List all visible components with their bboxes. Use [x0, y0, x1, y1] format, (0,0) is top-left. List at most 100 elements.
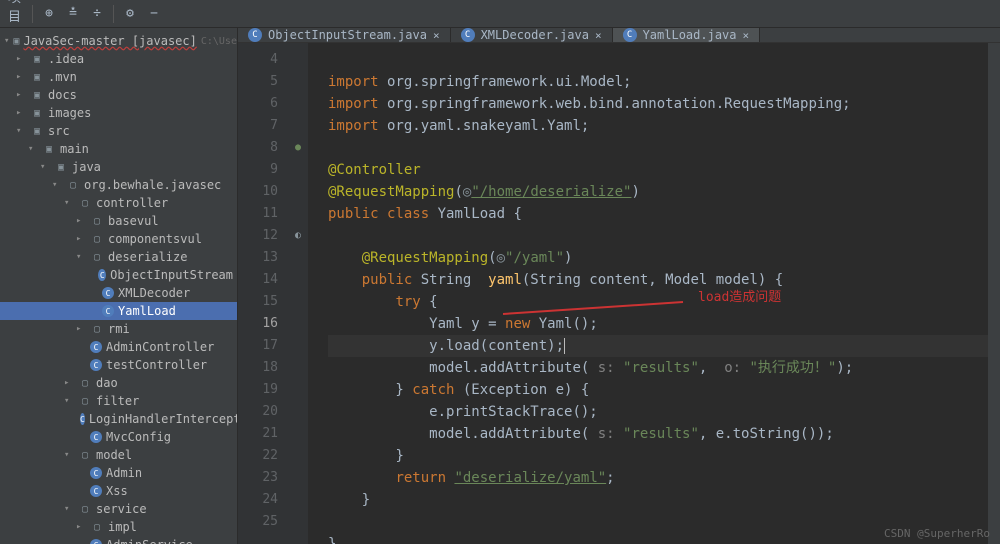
folder-icon: ▣ — [42, 142, 56, 156]
line-number: 7 — [238, 115, 278, 137]
folder-icon: ▣ — [30, 88, 44, 102]
controller-icon: ● — [288, 137, 308, 159]
project-dropdown[interactable]: 项目 ▾ — [8, 6, 24, 22]
code-content[interactable]: import import org.springframework.ui.Mod… — [308, 43, 988, 544]
close-icon[interactable]: × — [743, 29, 750, 42]
tree-label: docs — [48, 88, 77, 102]
tree-item[interactable]: ▸▣images — [0, 104, 237, 122]
class-icon: C — [90, 467, 102, 479]
tree-item[interactable]: CtestController — [0, 356, 237, 374]
separator — [32, 5, 33, 23]
tree-item[interactable]: ▸▢basevul — [0, 212, 237, 230]
tree-item[interactable]: ▾▢model — [0, 446, 237, 464]
tree-label: basevul — [108, 214, 159, 228]
code-editor[interactable]: 45678910111213141516171819202122232425 ●… — [238, 43, 1000, 544]
tree-item[interactable]: ▾▢org.bewhale.javasec — [0, 176, 237, 194]
project-sidebar: ▾ ▣ JavaSec-master [javasec] C:\Users\Ad… — [0, 28, 238, 544]
tree-label: componentsvul — [108, 232, 202, 246]
minimize-icon[interactable]: − — [146, 6, 162, 22]
tree-label: YamlLoad — [118, 304, 176, 318]
tree-label: MvcConfig — [106, 430, 171, 444]
watermark: CSDN @SuperherRo — [884, 527, 990, 540]
tree-label: service — [96, 502, 147, 516]
class-icon: C — [90, 359, 102, 371]
tree-item[interactable]: CAdminController — [0, 338, 237, 356]
class-icon: C — [461, 28, 475, 42]
editor-tabs: CObjectInputStream.java×CXMLDecoder.java… — [238, 28, 1000, 43]
tree-item[interactable]: ▾▣java — [0, 158, 237, 176]
chevron-icon: ▸ — [76, 234, 86, 244]
tree-item[interactable]: ▸ ▣ docs — [0, 86, 237, 104]
tree-label: testController — [106, 358, 207, 372]
package-icon: ▢ — [90, 520, 104, 534]
tree-item[interactable]: ▾▢filter — [0, 392, 237, 410]
line-number: 18 — [238, 357, 278, 379]
tree-item[interactable]: ▸▣.idea — [0, 50, 237, 68]
class-icon: C — [90, 539, 102, 544]
tree-root-label: JavaSec-master [javasec] — [23, 34, 196, 48]
editor-tab[interactable]: CObjectInputStream.java× — [238, 28, 451, 42]
line-number: 6 — [238, 93, 278, 115]
tree-item[interactable]: ▸▢rmi — [0, 320, 237, 338]
class-icon: C — [102, 287, 114, 299]
close-icon[interactable]: × — [433, 29, 440, 42]
tree-item[interactable]: CLoginHandlerInterceptor — [0, 410, 237, 428]
tree-label: XMLDecoder — [118, 286, 190, 300]
editor-tab[interactable]: C XMLDecoder.java × — [451, 28, 613, 42]
package-icon: ▢ — [78, 196, 92, 210]
tab-label: XMLDecoder.java — [481, 28, 589, 42]
top-toolbar: 项目 ▾ ⊕ ≛ ÷ ⚙ − — [0, 0, 1000, 28]
editor-tab[interactable]: CYamlLoad.java× — [613, 28, 761, 42]
tree-item[interactable]: ▾▢deserialize — [0, 248, 237, 266]
tree-item[interactable]: CObjectInputStream — [0, 266, 237, 284]
line-number: 25 — [238, 511, 278, 533]
tree-item[interactable]: ▸▢componentsvul — [0, 230, 237, 248]
tree-item[interactable]: ▾▣main — [0, 140, 237, 158]
chevron-icon: ▾ — [76, 252, 86, 262]
tree-item[interactable]: ▸▣.mvn — [0, 68, 237, 86]
collapse-icon[interactable]: ≛ — [65, 6, 81, 22]
tree-label: rmi — [108, 322, 130, 336]
folder-icon: ▣ — [13, 34, 19, 48]
tree-root[interactable]: ▾ ▣ JavaSec-master [javasec] C:\Users\Ad… — [0, 32, 237, 50]
package-icon: ▢ — [90, 214, 104, 228]
tree-item[interactable]: ▸▢impl — [0, 518, 237, 536]
tree-item[interactable]: CXss — [0, 482, 237, 500]
tree-item[interactable]: C AdminService — [0, 536, 237, 544]
tree-label: AdminService — [106, 538, 193, 544]
tree-root-path: C:\Users\Administrator\Des... — [201, 36, 238, 47]
class-icon: C — [102, 305, 114, 317]
tree-item[interactable]: ▾▢service — [0, 500, 237, 518]
line-number: 4 — [238, 49, 278, 71]
tree-label: AdminController — [106, 340, 214, 354]
tree-item[interactable]: CAdmin — [0, 464, 237, 482]
scrollbar[interactable] — [988, 43, 1000, 544]
tree-item[interactable]: C MvcConfig — [0, 428, 237, 446]
class-icon: C — [90, 431, 102, 443]
tree-item[interactable]: ▾▢controller — [0, 194, 237, 212]
line-number: 11 — [238, 203, 278, 225]
close-icon[interactable]: × — [595, 29, 602, 42]
line-number: 22 — [238, 445, 278, 467]
tree-label: controller — [96, 196, 168, 210]
folder-icon: ▣ — [54, 160, 68, 174]
expand-icon[interactable]: ÷ — [89, 6, 105, 22]
class-icon: C — [98, 269, 106, 281]
class-icon: C — [248, 28, 262, 42]
package-icon: ▢ — [78, 448, 92, 462]
mapping-icon: ◐ — [288, 225, 308, 247]
tree-item[interactable]: ▾▣src — [0, 122, 237, 140]
chevron-icon: ▸ — [16, 54, 26, 64]
line-number: 9 — [238, 159, 278, 181]
tree-item[interactable]: C XMLDecoder — [0, 284, 237, 302]
tree-item[interactable]: ▸▢dao — [0, 374, 237, 392]
line-number: 8 — [238, 137, 278, 159]
folder-icon: ▣ — [30, 52, 44, 66]
chevron-icon: ▾ — [52, 180, 62, 190]
chevron-icon: ▾ — [64, 504, 74, 514]
chevron-icon: ▸ — [16, 90, 26, 100]
settings-icon[interactable]: ⚙ — [122, 6, 138, 22]
chevron-icon: ▾ — [64, 396, 74, 406]
target-icon[interactable]: ⊕ — [41, 6, 57, 22]
tree-item[interactable]: C YamlLoad — [0, 302, 237, 320]
